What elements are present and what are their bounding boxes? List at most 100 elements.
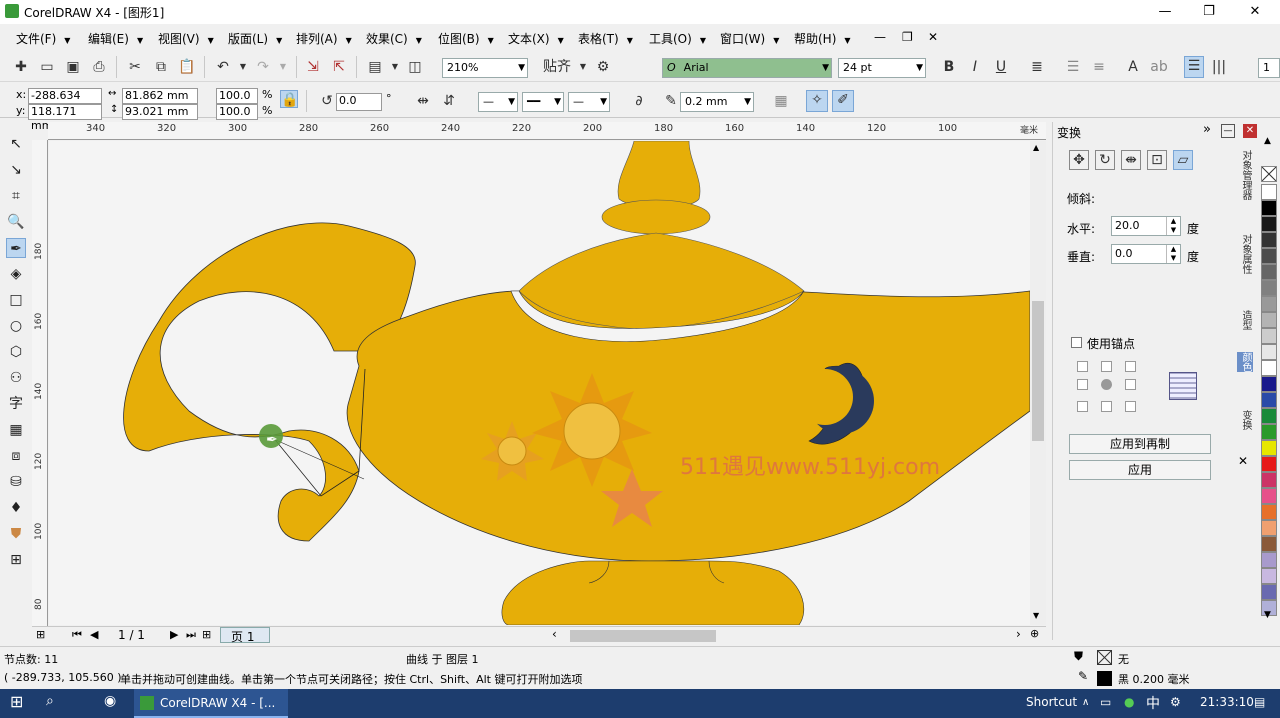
horizontal-skew-field[interactable]: 20.0 ▲ ▼ [1111, 216, 1181, 236]
swatch-none[interactable] [1261, 166, 1277, 182]
interactive-fill-tool-icon[interactable]: ⊞ [6, 550, 26, 570]
pick-tool-icon[interactable]: ↖ [6, 134, 26, 154]
italic-icon[interactable]: I [966, 58, 984, 76]
font-list-combo[interactable]: O Arial ▼ [662, 58, 832, 78]
overflow-field[interactable]: 1 [1258, 58, 1280, 78]
menu-file[interactable]: 文件(F) ▼ [16, 30, 70, 47]
mdi-minimize-button[interactable]: — [874, 30, 886, 44]
apply-to-duplicate-button[interactable]: 应用到再制 [1069, 434, 1211, 454]
apply-button[interactable]: 应用 [1069, 460, 1211, 480]
application-launcher-icon[interactable]: ▤ [366, 58, 384, 76]
drop-cap-icon[interactable]: ≡ [1090, 58, 1108, 76]
paste-icon[interactable]: 📋 [178, 58, 196, 76]
color-swatch[interactable] [1261, 568, 1277, 584]
ime-settings-icon[interactable]: ⚙ [1170, 695, 1181, 709]
zoom-tool-icon[interactable]: 🔍 [6, 212, 26, 232]
palette-scroll-down-icon[interactable]: ▼ [1264, 610, 1271, 620]
vertical-text-icon[interactable]: ||| [1210, 58, 1228, 76]
docker-close-icon[interactable]: ✕ [1243, 124, 1257, 138]
character-format-icon[interactable]: A [1124, 58, 1142, 76]
smart-fill-tool-icon[interactable]: ◈ [6, 264, 26, 284]
edit-text-icon[interactable]: ab [1150, 58, 1168, 76]
horizontal-ruler[interactable]: 340 320 300 280 260 240 220 200 180 160 … [48, 122, 1046, 140]
anchor-bottom-center[interactable] [1101, 401, 1112, 412]
underline-icon[interactable]: U [992, 58, 1010, 76]
export-icon[interactable]: ⇱ [330, 58, 348, 76]
docker-minimize-icon[interactable]: — [1221, 124, 1235, 138]
windows-start-icon[interactable]: ⊞ [10, 692, 23, 711]
color-swatch[interactable] [1261, 552, 1277, 568]
chevron-down-icon[interactable]: ▼ [274, 58, 292, 76]
mirror-horizontal-icon[interactable]: ⇹ [414, 92, 432, 110]
close-tab-icon[interactable]: ✕ [1238, 454, 1248, 468]
preview-mode-icon[interactable]: ✐ [832, 90, 854, 112]
align-icon[interactable]: ≣ [1028, 58, 1046, 76]
outline-width-combo[interactable]: 0.2 mm ▼ [680, 92, 754, 112]
network-icon[interactable]: ▭ [1100, 695, 1111, 709]
anchor-middle-left[interactable] [1077, 379, 1088, 390]
security-shield-icon[interactable]: ● [1124, 695, 1134, 709]
color-swatch[interactable] [1261, 312, 1277, 328]
color-swatch[interactable] [1261, 536, 1277, 552]
page-tab[interactable]: 页 1 [220, 627, 270, 644]
menu-table[interactable]: 表格(T) ▼ [578, 30, 633, 47]
add-page-icon[interactable]: ⊞ [36, 628, 45, 641]
basic-shapes-tool-icon[interactable]: ⚇ [6, 368, 26, 388]
crop-tool-icon[interactable]: ⌗ [6, 186, 26, 206]
size-icon[interactable]: ⊡ [1147, 150, 1167, 170]
bullet-list-icon[interactable]: ☰ [1064, 58, 1082, 76]
anchor-top-right[interactable] [1125, 361, 1136, 372]
undo-icon[interactable]: ↶ [214, 58, 232, 76]
spinner-arrows-icon[interactable]: ▲ ▼ [1166, 217, 1180, 235]
scale-x-field[interactable]: 100.0 [216, 88, 258, 104]
new-document-icon[interactable]: ✚ [12, 58, 30, 76]
vertical-scroll-thumb[interactable] [1032, 301, 1044, 441]
cut-icon[interactable]: ✂ [126, 58, 144, 76]
menu-help[interactable]: 帮助(H) ▼ [794, 30, 851, 47]
tab-transform[interactable]: 变换 [1237, 410, 1253, 430]
color-swatch[interactable] [1261, 408, 1277, 424]
menu-edit[interactable]: 编辑(E) ▼ [88, 30, 143, 47]
polygon-tool-icon[interactable]: ⬡ [6, 342, 26, 362]
close-curve-icon[interactable]: ∂ [630, 92, 648, 110]
color-swatch[interactable] [1261, 392, 1277, 408]
auto-close-curve-icon[interactable]: ✧ [806, 90, 828, 112]
table-tool-icon[interactable]: ▦ [6, 420, 26, 440]
copy-icon[interactable]: ⧉ [152, 58, 170, 76]
color-swatch[interactable] [1261, 184, 1277, 200]
welcome-screen-icon[interactable]: ◫ [406, 58, 424, 76]
next-page-icon[interactable]: ▶ [170, 628, 178, 641]
spinner-arrows-icon[interactable]: ▲ ▼ [1166, 245, 1180, 263]
tab-color[interactable]: 颜色 [1237, 352, 1253, 372]
width-field[interactable]: 81.862 mm [122, 88, 198, 104]
y-position-field[interactable]: 118.171 mm [28, 104, 102, 132]
rotate-icon[interactable]: ↻ [1095, 150, 1115, 170]
docker-expand-icon[interactable]: » [1203, 122, 1211, 137]
zoom-level-combo[interactable]: 210% ▼ [442, 58, 528, 78]
height-field[interactable]: 93.021 mm [122, 104, 198, 120]
tab-object-manager[interactable]: 对象管理器 [1237, 150, 1253, 200]
rotation-field[interactable]: 0.0 [336, 93, 382, 111]
menu-view[interactable]: 视图(V) ▼ [158, 30, 214, 47]
ime-indicator[interactable]: 中 [1146, 693, 1160, 713]
outline-tool-icon[interactable]: ♦ [6, 498, 26, 518]
color-swatch[interactable] [1261, 296, 1277, 312]
mdi-close-button[interactable]: ✕ [928, 30, 938, 44]
import-icon[interactable]: ⇲ [304, 58, 322, 76]
horizontal-scroll-thumb[interactable] [570, 630, 716, 642]
font-size-combo[interactable]: 24 pt ▼ [838, 58, 926, 78]
color-swatch[interactable] [1261, 440, 1277, 456]
tray-expand-icon[interactable]: ∧ [1082, 697, 1089, 708]
tab-object-properties[interactable]: 对象属性 [1237, 234, 1253, 274]
anchor-middle-right[interactable] [1125, 379, 1136, 390]
tab-shaping[interactable]: 造型 [1237, 310, 1253, 330]
color-swatch[interactable] [1261, 376, 1277, 392]
chevron-down-icon[interactable]: ▼ [234, 58, 252, 76]
taskbar-coreldraw-button[interactable]: CorelDRAW X4 - [... [134, 689, 288, 718]
color-swatch[interactable] [1261, 472, 1277, 488]
vertical-skew-field[interactable]: 0.0 ▲ ▼ [1111, 244, 1181, 264]
text-tool-icon[interactable]: 字 [6, 394, 26, 414]
clock-time[interactable]: 21:33:10 [1200, 695, 1254, 709]
palette-scroll-up-icon[interactable]: ▲ [1264, 136, 1271, 146]
color-swatch[interactable] [1261, 328, 1277, 344]
